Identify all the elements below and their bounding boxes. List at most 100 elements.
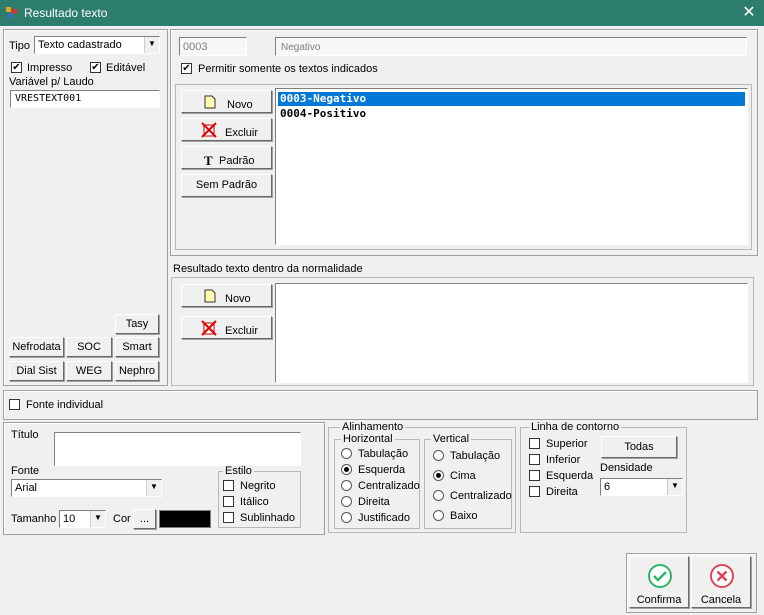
superior-checkbox[interactable]	[529, 438, 540, 449]
permitir-checkbox[interactable]: ✔	[181, 63, 192, 74]
v-cima-label: Cima	[450, 470, 476, 482]
padrao-label: Padrão	[219, 155, 255, 167]
h-direita-radio[interactable]	[341, 496, 352, 507]
normal-label: Resultado texto dentro da normalidade	[173, 263, 363, 275]
close-icon[interactable]: ✕	[738, 2, 760, 24]
confirma-label: Confirma	[636, 594, 682, 606]
excluir-button[interactable]: Excluir	[181, 118, 272, 141]
padrao-button[interactable]: T Padrão	[181, 146, 272, 169]
fonte-combo[interactable]: Arial ▼	[11, 479, 162, 497]
inferior-checkbox[interactable]	[529, 454, 540, 465]
weg-button[interactable]: WEG	[66, 361, 112, 381]
italico-checkbox[interactable]	[223, 496, 234, 507]
horizontal-label: Horizontal	[341, 433, 395, 445]
densidade-label: Densidade	[600, 462, 653, 474]
list-item[interactable]: 0003-Negativo	[278, 92, 745, 106]
normal-excluir-button[interactable]: Excluir	[181, 316, 272, 339]
fonte-individual-panel	[3, 390, 758, 420]
normal-text-area[interactable]	[275, 283, 748, 383]
normal-novo-button[interactable]: Novo	[181, 284, 272, 307]
fonte-individual-label: Fonte individual	[26, 399, 104, 411]
dialsist-button[interactable]: Dial Sist	[9, 361, 64, 381]
h-esquerda-label: Esquerda	[358, 464, 406, 476]
h-centralizado-radio[interactable]	[341, 480, 352, 491]
tipo-combo-value: Texto cadastrado	[38, 39, 122, 51]
tasy-button[interactable]: Tasy	[115, 314, 159, 334]
nefrodata-button[interactable]: Nefrodata	[9, 337, 64, 357]
delete-icon	[201, 320, 217, 336]
v-baixo-radio[interactable]	[433, 510, 444, 521]
variavel-input[interactable]: VRESTEXT001	[10, 90, 160, 108]
titulo-label: Título	[11, 429, 39, 441]
tamanho-combo-value: 10	[63, 513, 76, 525]
color-swatch	[159, 510, 211, 528]
text-format-icon: T	[204, 153, 213, 168]
h-centralizado-label: Centralizado	[358, 480, 420, 492]
list-item[interactable]: 0004-Positivo	[278, 107, 745, 121]
smart-button[interactable]: Smart	[115, 337, 159, 357]
tipo-label: Tipo	[9, 40, 30, 52]
superior-label: Superior	[546, 438, 588, 450]
negrito-checkbox[interactable]	[223, 480, 234, 491]
impresso-checkbox[interactable]: ✔	[11, 62, 22, 73]
permitir-label: Permitir somente os textos indicados	[198, 63, 378, 75]
fonte-label: Fonte	[11, 465, 40, 477]
v-baixo-label: Baixo	[450, 510, 478, 522]
cor-picker-button[interactable]: ...	[133, 509, 156, 529]
editavel-label: Editável	[106, 62, 146, 74]
italico-label: Itálico	[240, 496, 269, 508]
h-justificado-radio[interactable]	[341, 512, 352, 523]
direita-checkbox[interactable]	[529, 486, 540, 497]
tipo-combo[interactable]: Texto cadastrado ▼	[34, 36, 160, 54]
v-tabulacao-radio[interactable]	[433, 450, 444, 461]
novo-label: Novo	[227, 99, 253, 111]
impresso-label: Impresso	[27, 62, 73, 74]
sublinhado-checkbox[interactable]	[223, 512, 234, 523]
h-tabulacao-label: Tabulação	[358, 448, 409, 460]
sem-padrao-button[interactable]: Sem Padrão	[181, 174, 272, 197]
editavel-checkbox[interactable]: ✔	[90, 62, 101, 73]
texts-list[interactable]: 0003-Negativo 0004-Positivo	[275, 88, 748, 245]
excluir-label: Excluir	[225, 127, 259, 139]
esquerda-checkbox[interactable]	[529, 470, 540, 481]
nephro-button[interactable]: Nephro	[115, 361, 159, 381]
delete-icon	[201, 122, 217, 138]
chevron-down-icon[interactable]: ▼	[146, 480, 161, 496]
estilo-label: Estilo	[223, 465, 254, 477]
h-esquerda-radio[interactable]	[341, 464, 352, 475]
novo-button[interactable]: Novo	[181, 90, 272, 113]
code-value: 0003	[183, 41, 208, 53]
todas-button[interactable]: Todas	[601, 436, 677, 458]
new-document-icon	[204, 289, 216, 303]
vertical-label: Vertical	[431, 433, 472, 445]
cancel-icon	[710, 564, 734, 588]
code-input[interactable]: 0003	[179, 37, 247, 56]
h-tabulacao-radio[interactable]	[341, 448, 352, 459]
app-icon	[6, 7, 17, 18]
description-input[interactable]: Negativo	[275, 37, 747, 56]
fonte-individual-checkbox[interactable]	[9, 399, 20, 410]
sublinhado-label: Sublinhado	[240, 512, 296, 524]
densidade-combo[interactable]: 6 ▼	[600, 478, 683, 496]
v-cima-radio[interactable]	[433, 470, 444, 481]
contorno-label: Linha de contorno	[529, 421, 622, 433]
description-value: Negativo	[281, 42, 321, 53]
chevron-down-icon[interactable]: ▼	[667, 479, 682, 495]
titulo-input[interactable]	[54, 432, 301, 466]
v-centralizado-radio[interactable]	[433, 490, 444, 501]
variavel-value: VRESTEXT001	[15, 93, 82, 104]
normal-novo-label: Novo	[225, 293, 251, 305]
tamanho-combo[interactable]: 10 ▼	[59, 510, 106, 528]
confirma-button[interactable]: Confirma	[629, 556, 689, 608]
esquerda-label: Esquerda	[546, 470, 594, 482]
chevron-down-icon[interactable]: ▼	[144, 37, 159, 53]
soc-button[interactable]: SOC	[66, 337, 112, 357]
tamanho-label: Tamanho	[11, 513, 57, 525]
fonte-combo-value: Arial	[15, 482, 38, 494]
cancela-label: Cancela	[700, 594, 742, 606]
chevron-down-icon[interactable]: ▼	[90, 511, 105, 527]
variavel-label: Variável p/ Laudo	[9, 76, 94, 88]
cancela-button[interactable]: Cancela	[691, 556, 751, 608]
check-icon	[648, 564, 672, 588]
v-centralizado-label: Centralizado	[450, 490, 512, 502]
